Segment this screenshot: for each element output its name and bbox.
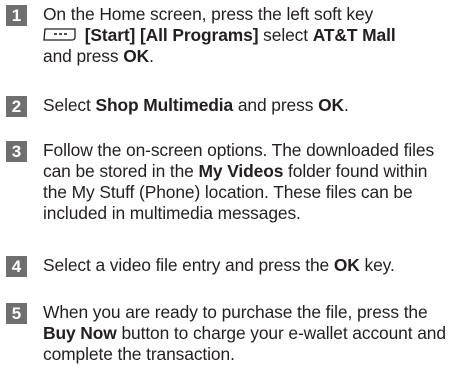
period: . [149,46,154,66]
ok-key-label: OK [333,255,360,275]
all-programs-label: [All Programs] [139,25,259,45]
ok-key-label: OK [123,46,150,66]
shop-multimedia-label: Shop Multimedia [95,95,234,115]
step-text: Select Shop Multimedia and press OK. [43,95,448,116]
step-number-badge: 5 [6,303,27,324]
step-number-badge: 3 [6,141,27,162]
step-number-badge: 1 [6,5,27,26]
buy-now-button-label: Buy Now [43,323,117,343]
step-text: Select a video file entry and press the [43,255,330,275]
instruction-steps: 1 On the Home screen, press the left sof… [0,0,454,374]
step-text: When you are ready to purchase the file,… [43,302,448,365]
step-text: On the Home screen, press the left soft … [43,4,448,67]
my-videos-folder-label: My Videos [198,161,284,181]
start-menu-label: [Start] [84,25,136,45]
step-text: When you are ready to purchase the file,… [43,302,428,322]
step-text-line: On the Home screen, press the left soft … [43,4,374,24]
step-text: Follow the on-screen options. The downlo… [43,140,448,224]
att-mall-label: AT&T Mall [312,25,396,45]
left-soft-key-icon [43,28,76,41]
step-text: and press [43,46,119,66]
period: . [343,95,349,115]
ok-key-label: OK [318,95,344,115]
step-text: Select [43,95,91,115]
step-text: Select a video file entry and press the … [43,255,448,276]
step-number-badge: 2 [6,96,27,117]
step-text: and press [237,95,314,115]
step-number-badge: 4 [6,256,27,277]
step-text: select [263,25,308,45]
step-text: key. [364,255,395,275]
